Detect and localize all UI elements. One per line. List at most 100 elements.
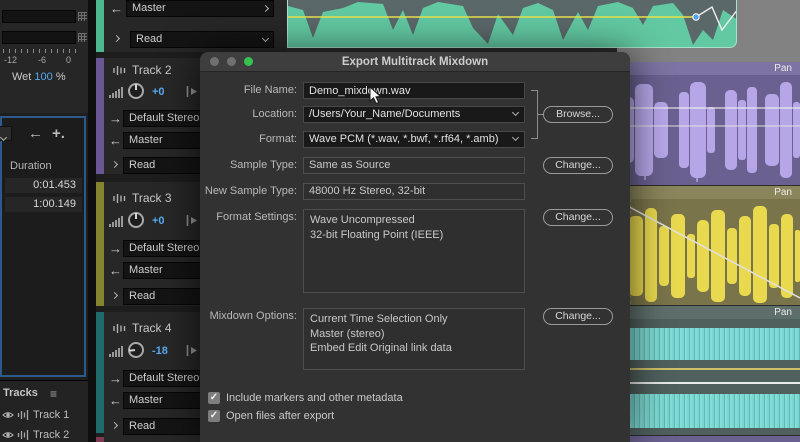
wet-unit: % — [55, 71, 66, 83]
format-settings-line: Wave Uncompressed — [310, 214, 415, 226]
track2-header[interactable]: Track 2 — [112, 63, 172, 77]
format-value: Wave PCM (*.wav, *.bwf, *.rf64, *.amb) — [309, 133, 499, 145]
volume-bars-icon — [109, 346, 123, 357]
sample-type-change-button[interactable]: Change... — [543, 157, 613, 174]
envelope-keyframe[interactable] — [692, 13, 700, 21]
tracks-list-item[interactable]: Track 2 — [2, 427, 69, 442]
automation-value: Read — [129, 159, 156, 171]
chevron-right-icon — [261, 4, 270, 13]
track3-color-strip — [96, 182, 104, 306]
expand-chevron-icon[interactable] — [110, 421, 119, 430]
pan-label: Pan — [774, 307, 792, 318]
input-value: Default Stereo — [129, 242, 200, 254]
track-list-label: Track 2 — [33, 429, 70, 441]
checkbox-checked-icon[interactable]: ✓ — [208, 410, 220, 422]
track1-output-select[interactable]: Master — [126, 0, 274, 17]
mixdown-options-line: Master (stereo) — [310, 327, 385, 340]
dialog-titlebar[interactable]: Export Multitrack Mixdown — [200, 52, 630, 72]
effects-rack-panel: -12 -6 0 Wet 100 % — [0, 0, 88, 113]
panel-dropdown[interactable] — [0, 126, 12, 142]
track-name: Track 4 — [132, 321, 172, 335]
file-name-input[interactable] — [303, 82, 525, 99]
volume-knob[interactable] — [127, 341, 145, 359]
meter-tick: 0 — [66, 55, 72, 65]
meter-icon[interactable] — [186, 345, 197, 356]
track5-color-strip — [96, 437, 104, 442]
waveform-icon — [113, 65, 126, 75]
zoom-window-button[interactable] — [244, 57, 253, 66]
gain-value[interactable]: +0 — [152, 215, 165, 227]
view-duration-value[interactable]: 1:00.149 — [5, 197, 82, 212]
gain-value[interactable]: -18 — [152, 345, 168, 357]
mixdown-options-line: Current Time Selection Only — [310, 313, 448, 325]
waveform-icon — [113, 193, 126, 203]
wet-value[interactable]: 100 — [34, 71, 52, 83]
track-name: Track 2 — [132, 63, 172, 77]
input-arrow-icon: → — [109, 111, 122, 126]
minimize-window-button[interactable] — [227, 57, 236, 66]
open-files-label: Open files after export — [226, 410, 335, 422]
duration-header: Duration — [10, 160, 52, 172]
fx-slot-1[interactable] — [2, 10, 76, 23]
meter-tick: -12 — [4, 55, 18, 65]
meter-icon[interactable] — [186, 86, 197, 97]
volume-knob[interactable] — [128, 212, 144, 228]
automation-value: Read — [136, 33, 163, 45]
include-markers-checkbox-row[interactable]: ✓ Include markers and other metadata — [208, 391, 403, 405]
meter-tick: -6 — [38, 55, 47, 65]
tracks-list-item[interactable]: Track 1 — [2, 407, 69, 423]
output-arrow-icon: ← — [109, 263, 122, 278]
output-value: Master — [129, 264, 163, 276]
eye-icon[interactable] — [2, 410, 14, 420]
track4-color-strip — [96, 312, 104, 433]
mixdown-options-box: Current Time Selection Only Master (ster… — [303, 308, 525, 370]
meter-icon[interactable] — [186, 215, 197, 226]
location-select[interactable]: /Users/Your_Name/Documents — [303, 106, 525, 123]
selection-view-panel: ← +. Duration 0:01.453 1:00.149 — [0, 116, 86, 377]
mixdown-options-line: Embed Edit Original link data — [310, 342, 452, 354]
expand-chevron-icon[interactable] — [110, 160, 119, 169]
back-arrow-icon[interactable]: ← — [28, 126, 43, 141]
format-label: Format: — [259, 133, 297, 145]
panel-divider[interactable] — [88, 0, 96, 442]
input-arrow-icon: → — [109, 371, 122, 386]
file-name-label: File Name: — [243, 84, 297, 96]
track-name: Track 3 — [132, 191, 172, 205]
expand-chevron-icon[interactable] — [112, 34, 121, 43]
track4-header[interactable]: Track 4 — [112, 321, 172, 335]
track1-automation-select[interactable]: Read — [130, 31, 274, 48]
gain-value[interactable]: +0 — [152, 86, 165, 98]
sample-type-value: Same as Source — [303, 157, 525, 174]
timeline-empty-strip — [617, 48, 800, 62]
add-icon[interactable]: +. — [52, 126, 65, 141]
selection-duration-value[interactable]: 0:01.453 — [5, 178, 82, 193]
format-settings-change-button[interactable]: Change... — [543, 209, 613, 226]
input-value: Default Stereo — [129, 112, 200, 124]
waveform-icon — [113, 323, 126, 333]
location-label: Location: — [252, 108, 297, 120]
fx-slot-2[interactable] — [2, 31, 76, 44]
expand-chevron-icon[interactable] — [110, 291, 119, 300]
checkbox-checked-icon[interactable]: ✓ — [208, 392, 220, 404]
chevron-down-icon — [261, 34, 270, 42]
mixdown-options-label: Mixdown Options: — [209, 310, 297, 322]
waveform-icon — [17, 430, 29, 440]
browse-button[interactable]: Browse... — [543, 106, 613, 123]
tracks-list-panel: Tracks ≡ Track 1 Track 2 — [0, 380, 88, 442]
eye-icon[interactable] — [2, 430, 14, 440]
close-window-button[interactable] — [210, 57, 219, 66]
open-files-checkbox-row[interactable]: ✓ Open files after export — [208, 409, 334, 423]
new-sample-type-value: 48000 Hz Stereo, 32-bit — [303, 183, 525, 200]
include-markers-label: Include markers and other metadata — [226, 392, 403, 404]
fx-grid-icon[interactable] — [78, 12, 87, 21]
clip-track1[interactable] — [287, 0, 737, 48]
panel-menu-icon[interactable]: ≡ — [50, 387, 57, 401]
track1-color-strip — [96, 0, 104, 52]
wet-mix-row: Wet 100 % — [12, 71, 66, 83]
fx-grid-icon[interactable] — [78, 33, 87, 42]
format-select[interactable]: Wave PCM (*.wav, *.bwf, *.rf64, *.amb) — [303, 131, 525, 148]
volume-knob[interactable] — [128, 83, 144, 99]
meter-ruler — [3, 49, 76, 53]
track3-header[interactable]: Track 3 — [112, 191, 172, 205]
mixdown-options-change-button[interactable]: Change... — [543, 308, 613, 325]
